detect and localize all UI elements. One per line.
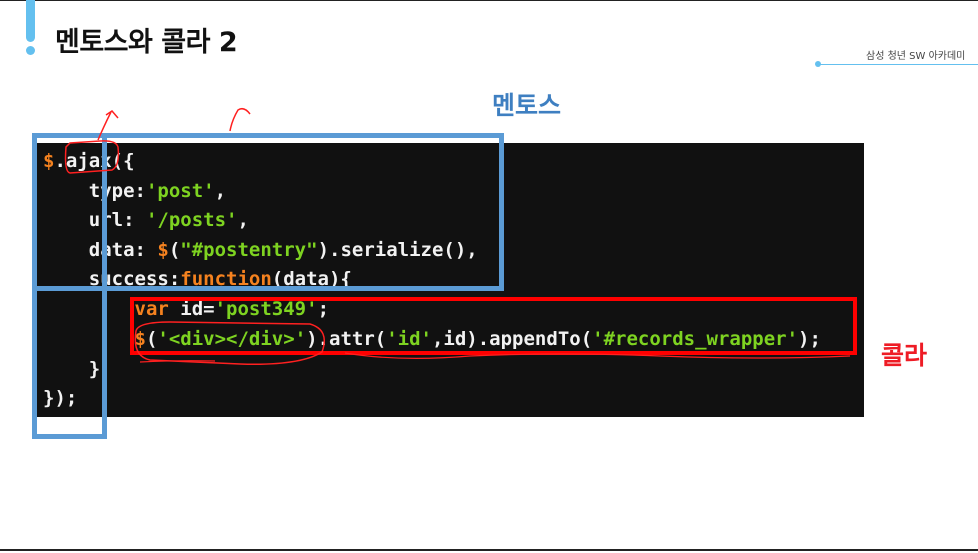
accent-bar [26, 0, 35, 42]
annotation-arrow-2 [229, 107, 251, 132]
page-title: 멘토스와 콜라 2 [55, 27, 238, 58]
brand-divider [819, 64, 978, 65]
accent-dot [26, 46, 35, 55]
mentos-highlight-left [32, 133, 107, 439]
brand-label: 삼성 청년 SW 아카데미 [866, 51, 966, 62]
top-border [0, 0, 978, 1]
bottom-border [0, 549, 978, 551]
cola-label: 콜라 [881, 341, 928, 370]
mentos-label: 멘토스 [492, 91, 562, 120]
cola-highlight-box [130, 297, 857, 355]
brand-dot [815, 61, 821, 67]
